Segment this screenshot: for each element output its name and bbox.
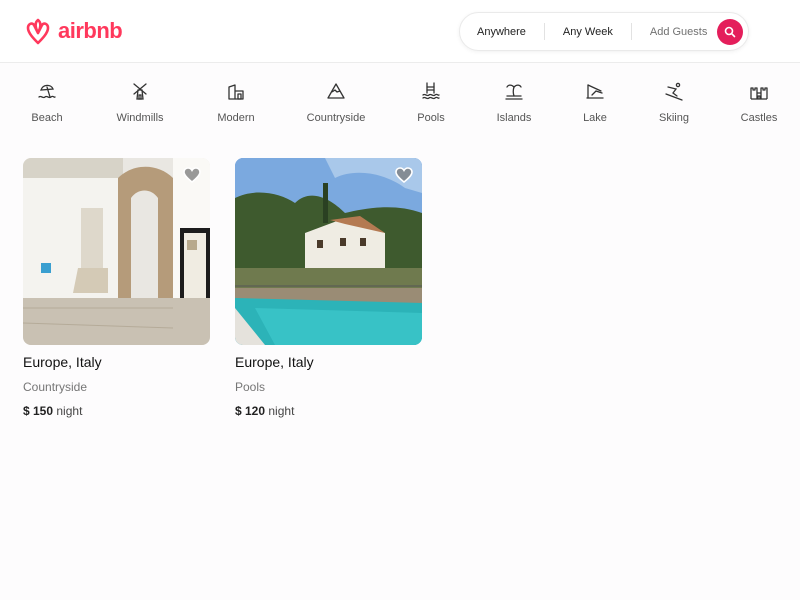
- category-bar: Beach Windmills Modern Countryside Pools…: [0, 80, 800, 130]
- category-label: Countryside: [306, 112, 366, 124]
- search-bar[interactable]: Anywhere Any Week Add Guests: [459, 12, 749, 51]
- category-skiing[interactable]: Skiing: [634, 80, 714, 124]
- listing-price: $ 150 night: [23, 404, 210, 418]
- listing-image-whitewashed-courtyard: [23, 158, 210, 345]
- listing-card[interactable]: Europe, Italy Countryside $ 150 night: [23, 158, 210, 418]
- favorite-heart-icon[interactable]: [395, 167, 413, 183]
- mountain-icon: [325, 80, 347, 102]
- category-castles[interactable]: Castles: [719, 80, 799, 124]
- price-amount: $ 120: [235, 404, 266, 418]
- category-countryside[interactable]: Countryside: [296, 80, 376, 124]
- listing-card[interactable]: Europe, Italy Pools $ 120 night: [235, 158, 422, 418]
- category-label: Beach: [31, 112, 63, 124]
- pool-icon: [420, 80, 442, 102]
- price-unit: night: [56, 404, 83, 418]
- search-who[interactable]: Add Guests: [632, 26, 725, 38]
- price-unit: night: [268, 404, 295, 418]
- listing-price: $ 120 night: [235, 404, 422, 418]
- listing-photo[interactable]: [235, 158, 422, 345]
- category-label: Lake: [583, 112, 607, 124]
- category-lake[interactable]: Lake: [555, 80, 635, 124]
- listing-category: Pools: [235, 380, 266, 394]
- island-icon: [503, 80, 525, 102]
- category-label: Windmills: [116, 112, 164, 124]
- category-pools[interactable]: Pools: [391, 80, 471, 124]
- category-label: Modern: [217, 112, 255, 124]
- category-windmills[interactable]: Windmills: [100, 80, 180, 124]
- listing-location: Europe, Italy: [235, 354, 314, 370]
- category-beach[interactable]: Beach: [7, 80, 87, 124]
- listing-image-villa-pool: [235, 158, 422, 345]
- windmill-icon: [129, 80, 151, 102]
- price-amount: $ 150: [23, 404, 54, 418]
- category-modern[interactable]: Modern: [196, 80, 276, 124]
- search-icon: [724, 26, 736, 38]
- top-header: airbnb Anywhere Any Week Add Guests: [0, 0, 800, 63]
- search-button[interactable]: [717, 19, 743, 45]
- listing-photo[interactable]: [23, 158, 210, 345]
- modern-house-icon: [225, 80, 247, 102]
- listing-category: Countryside: [23, 380, 88, 394]
- lake-icon: [584, 80, 606, 102]
- castle-icon: [748, 80, 770, 102]
- category-label: Pools: [417, 112, 445, 124]
- airbnb-logo-icon: [26, 18, 50, 45]
- category-label: Skiing: [659, 112, 689, 124]
- search-when[interactable]: Any Week: [545, 26, 631, 38]
- favorite-heart-icon[interactable]: [183, 167, 201, 183]
- category-label: Castles: [740, 112, 778, 124]
- airbnb-wordmark: airbnb: [58, 18, 123, 43]
- category-label: Islands: [496, 112, 532, 124]
- airbnb-logo[interactable]: airbnb: [23, 15, 123, 47]
- skiing-icon: [663, 80, 685, 102]
- listing-location: Europe, Italy: [23, 354, 102, 370]
- search-where[interactable]: Anywhere: [460, 26, 544, 38]
- beach-icon: [36, 80, 58, 102]
- category-islands[interactable]: Islands: [474, 80, 554, 124]
